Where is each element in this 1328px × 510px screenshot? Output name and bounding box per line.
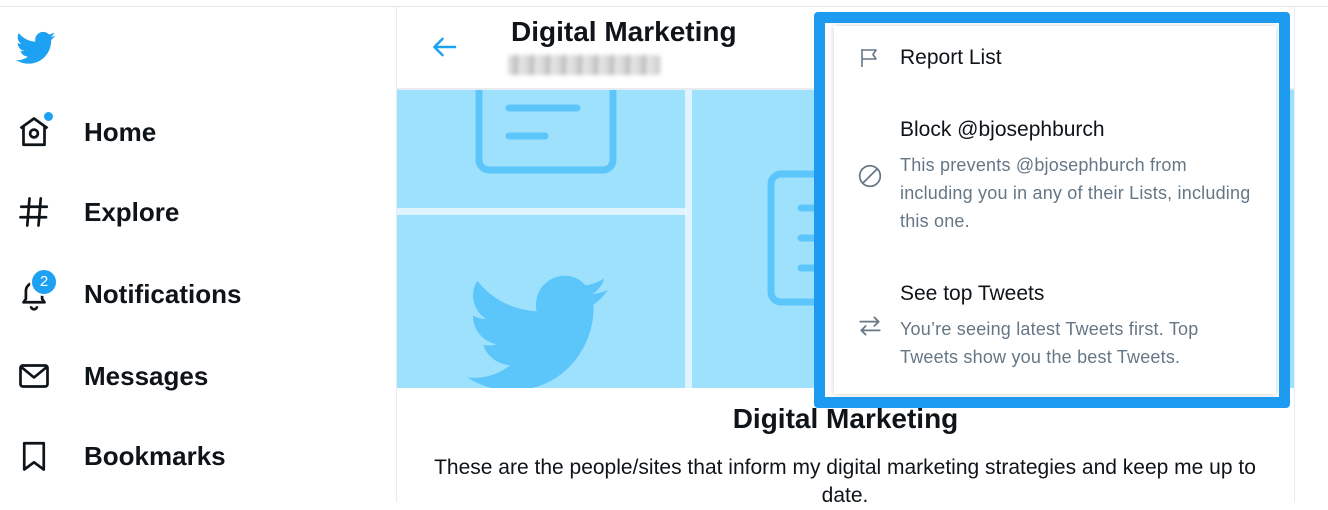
sidebar-item-explore[interactable]: Explore — [14, 188, 179, 236]
column-border-right — [1294, 7, 1295, 502]
page-title: Digital Marketing — [511, 16, 737, 47]
menu-item-description: You’re seeing latest Tweets first. Top T… — [900, 319, 1199, 367]
menu-item-label: See top Tweets — [900, 282, 1045, 305]
arrow-left-icon — [433, 37, 457, 57]
redacted-member-count — [508, 55, 660, 75]
sidebar-item-label: Home — [84, 116, 157, 147]
sidebar-item-label: Notifications — [84, 278, 242, 309]
flag-icon — [856, 44, 884, 72]
block-icon — [856, 162, 884, 190]
unread-dot — [42, 110, 55, 123]
menu-item-block-user[interactable]: Block @bjosephburch This prevents @bjose… — [834, 100, 1276, 250]
menu-item-label: Block @bjosephburch — [900, 118, 1105, 141]
sidebar-item-home[interactable]: Home — [14, 108, 156, 156]
sidebar-item-bookmarks[interactable]: Bookmarks — [14, 432, 226, 480]
twitter-bird-icon — [466, 275, 609, 388]
menu-item-description: This prevents @bjosephburch from includi… — [900, 155, 1251, 231]
menu-item-see-top-tweets[interactable]: See top Tweets You’re seeing latest Twee… — [834, 266, 1276, 386]
home-icon — [14, 110, 55, 152]
sidebar-item-label: Explore — [84, 196, 180, 227]
hashtag-icon — [14, 192, 54, 232]
bell-icon: 2 — [14, 268, 58, 314]
envelope-icon — [14, 356, 54, 396]
sidebar-item-messages[interactable]: Messages — [14, 352, 208, 400]
notification-count-badge: 2 — [30, 268, 58, 296]
top-divider — [0, 6, 1328, 7]
document-icon — [475, 90, 617, 174]
back-button[interactable] — [428, 30, 462, 64]
menu-item-label: Report List — [900, 46, 1002, 69]
sidebar-item-label: Messages — [84, 360, 209, 391]
sidebar-item-notifications[interactable]: 2 Notifications — [14, 268, 242, 318]
twitter-bird-icon[interactable] — [14, 28, 58, 68]
bookmark-icon — [14, 436, 54, 476]
menu-item-report-list[interactable]: Report List — [834, 28, 1276, 90]
swap-arrows-icon — [856, 312, 884, 340]
sidebar-item-label: Bookmarks — [84, 440, 226, 471]
